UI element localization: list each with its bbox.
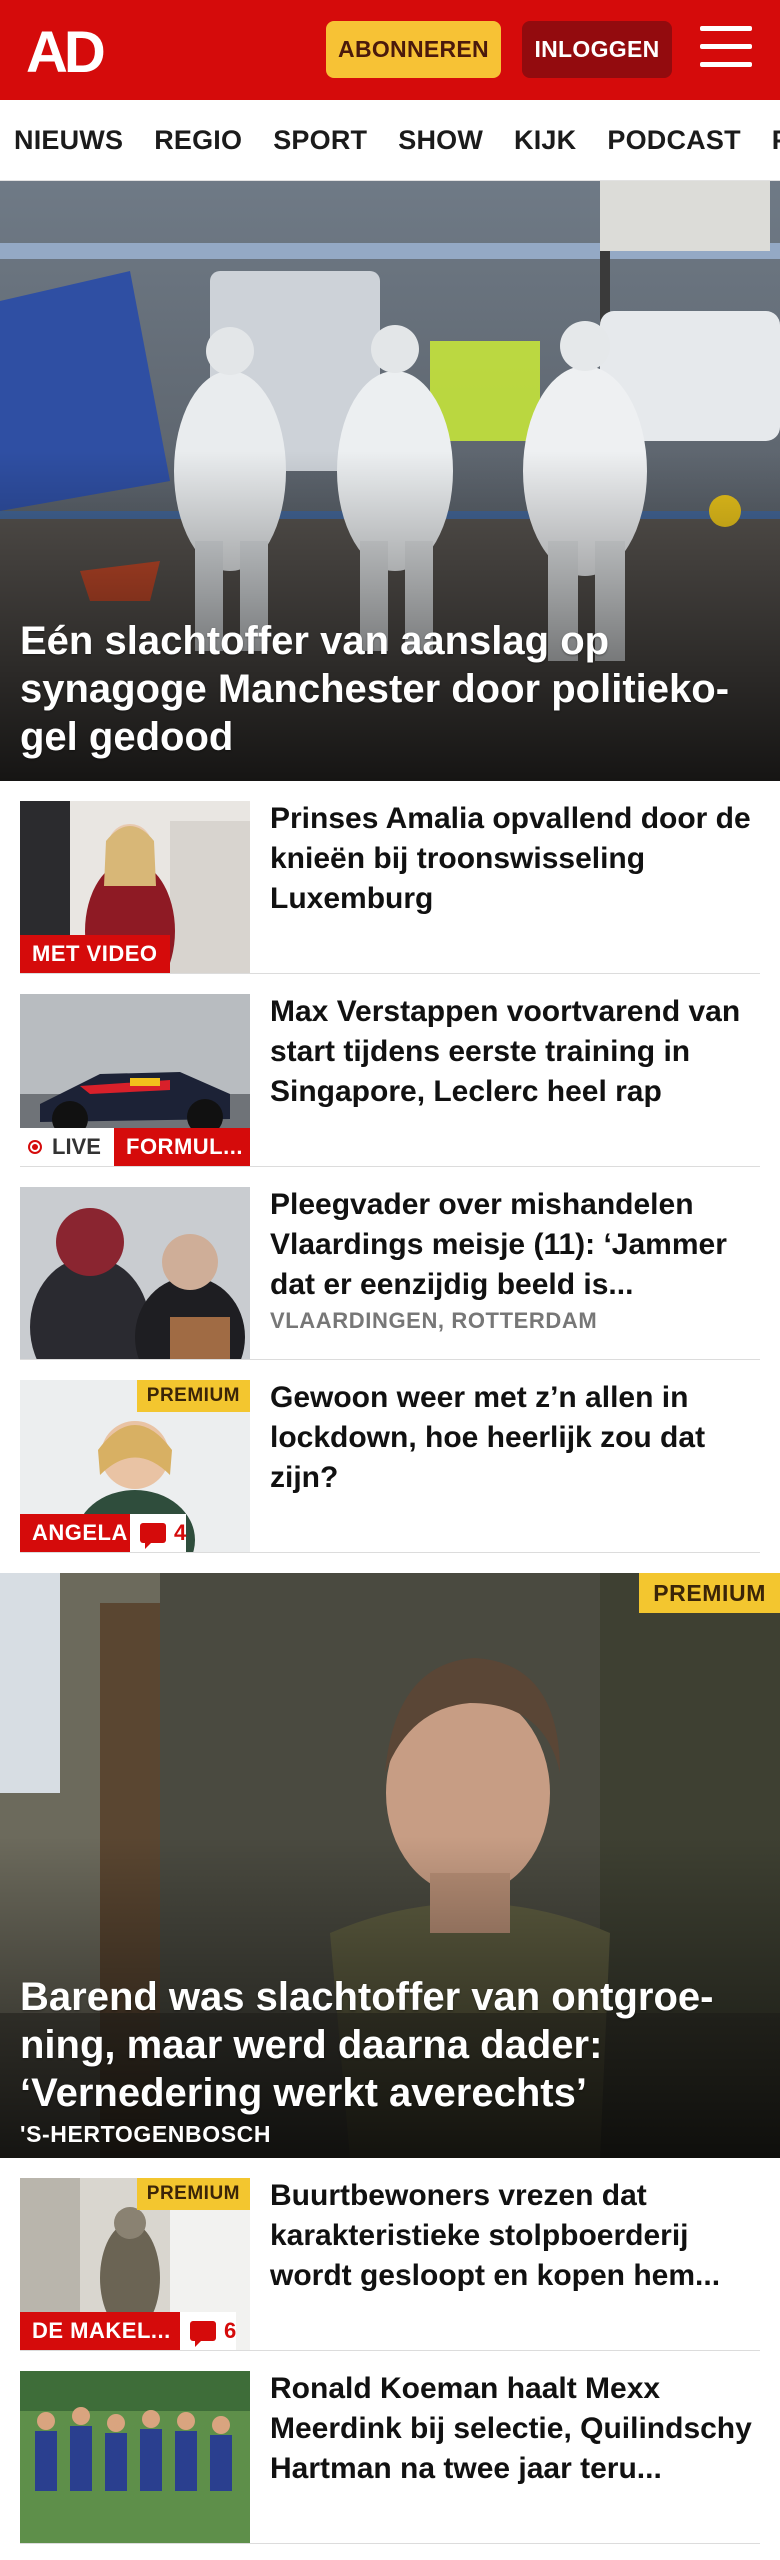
comment-count[interactable]: 4 (130, 1514, 187, 1552)
article-title[interactable]: Prinses Amalia opvallend door de knieën … (270, 799, 760, 919)
hero-headline[interactable]: Eén slachtoffer van aanslag op synagoge … (20, 617, 750, 761)
nav-item-show[interactable]: SHOW (398, 125, 483, 156)
live-indicator: LIVE (20, 1128, 114, 1166)
comment-count[interactable]: 6 (180, 2312, 237, 2350)
featured-location: 'S-HERTOGENBOSCH (20, 2121, 272, 2147)
list-item[interactable]: LIVE FORMUL... Max Verstappen voortvaren… (20, 974, 760, 1167)
featured-article[interactable]: PREMIUM Barend was slachtoffer van ontgr… (0, 1573, 780, 2158)
article-title[interactable]: Max Verstappen voortvarend van start tij… (270, 992, 760, 1112)
article-thumbnail (20, 1187, 250, 1359)
list-item[interactable]: PREMIUM DE MAKEL... 6 Buurtbewoners vrez… (20, 2158, 760, 2351)
category-badge: FORMUL... (114, 1128, 250, 1166)
login-button[interactable]: INLOGGEN (522, 21, 672, 78)
list-item[interactable]: MET VIDEO Prinses Amalia opvallend door … (20, 781, 760, 974)
premium-badge: PREMIUM (639, 1573, 780, 1613)
hamburger-menu-icon[interactable] (700, 26, 752, 72)
article-title[interactable]: Pleegvader over mishandelen Vlaardings m… (270, 1185, 760, 1305)
hero-article[interactable]: Eén slachtoffer van aanslag op synagoge … (0, 181, 780, 781)
list-item[interactable]: Ronald Koeman haalt Mexx Meerdink bij se… (20, 2351, 760, 2544)
article-thumbnail: MET VIDEO (20, 801, 250, 973)
subscribe-button[interactable]: ABONNEREN (326, 21, 501, 78)
comment-count-value: 4 (174, 1520, 187, 1545)
svg-text:AD: AD (26, 22, 104, 78)
article-thumbnail (20, 2371, 250, 2543)
article-thumbnail: PREMIUM DE MAKEL... 6 (20, 2178, 250, 2350)
featured-headline[interactable]: Barend was slachtoffer van ontgroe­ning,… (20, 1973, 740, 2117)
article-thumbnail: PREMIUM ANGELA 4 (20, 1380, 250, 1552)
ad-logo[interactable]: AD (26, 20, 116, 85)
premium-badge: PREMIUM (136, 2178, 250, 2210)
comment-count-value: 6 (224, 2318, 237, 2343)
site-header: AD ABONNEREN INLOGGEN (0, 0, 780, 100)
nav-item-sport[interactable]: SPORT (273, 125, 367, 156)
article-text: Pleegvader over mishandelen Vlaardings m… (270, 1185, 760, 1335)
author-badge: ANGELA (20, 1514, 140, 1552)
nav-item-kijk[interactable]: KIJK (514, 125, 576, 156)
list-item[interactable]: Pleegvader over mishandelen Vlaardings m… (20, 1167, 760, 1360)
section-nav: NIEUWS REGIO SPORT SHOW KIJK PODCAST PUZ… (0, 100, 780, 181)
comment-icon (140, 1523, 166, 1549)
article-thumbnail: LIVE FORMUL... (20, 994, 250, 1166)
article-title[interactable]: Gewoon weer met z’n allen in lockdown, h… (270, 1378, 760, 1498)
article-title[interactable]: Ronald Koeman haalt Mexx Meerdink bij se… (270, 2369, 760, 2489)
list-item[interactable]: PREMIUM ANGELA 4 Gewoon weer met z’n all… (20, 1360, 760, 1553)
nav-item-puzzel[interactable]: PUZZ (772, 125, 780, 156)
nav-item-nieuws[interactable]: NIEUWS (14, 125, 123, 156)
nav-item-regio[interactable]: REGIO (154, 125, 242, 156)
category-badge: DE MAKEL... (20, 2312, 183, 2350)
live-label: LIVE (52, 1134, 101, 1159)
article-title[interactable]: Buurtbewoners vrezen dat karakteristieke… (270, 2176, 760, 2296)
live-dot-icon (28, 1140, 42, 1154)
nav-item-podcast[interactable]: PODCAST (607, 125, 740, 156)
premium-badge: PREMIUM (136, 1380, 250, 1412)
video-badge: MET VIDEO (20, 935, 170, 973)
article-location: VLAARDINGEN, ROTTERDAM (270, 1308, 598, 1333)
comment-icon (190, 2321, 216, 2347)
